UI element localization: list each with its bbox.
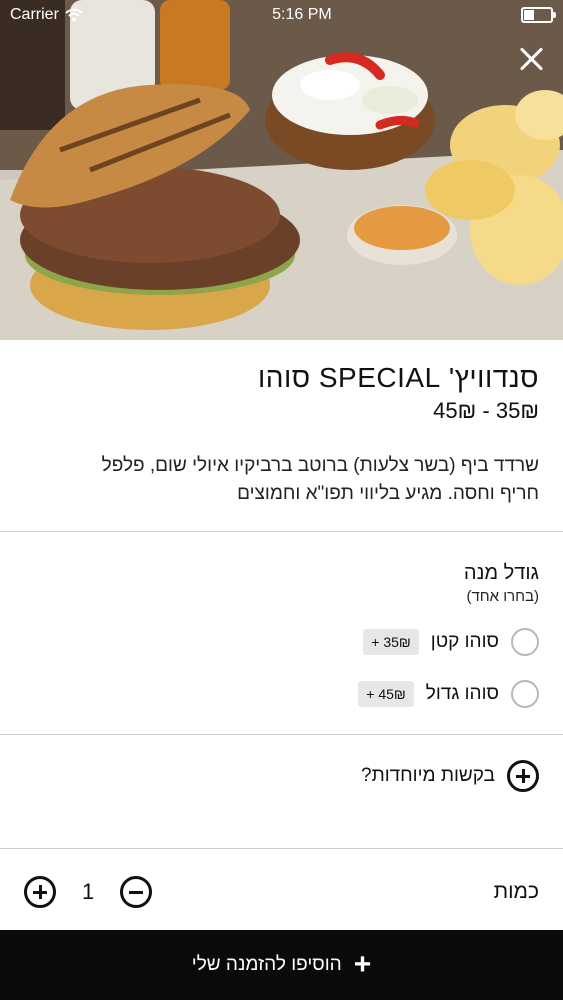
- radio-button[interactable]: [511, 680, 539, 708]
- option-label: סוהו קטן: [430, 631, 499, 652]
- add-circle-icon[interactable]: [507, 760, 539, 792]
- radio-button[interactable]: [511, 628, 539, 656]
- option-price-badge: + 45₪: [358, 681, 414, 707]
- close-button[interactable]: [515, 44, 547, 76]
- item-title: סנדוויץ' SPECIAL סוהו: [257, 362, 539, 393]
- item-header: סנדוויץ' SPECIAL סוהו 35₪ - 45₪: [20, 362, 539, 424]
- status-time: 5:16 PM: [272, 6, 332, 23]
- carrier-label: Carrier: [10, 6, 59, 23]
- add-to-order-button[interactable]: + הוסיפו להזמנה שלי: [0, 930, 563, 1000]
- decrease-quantity-button[interactable]: [120, 876, 153, 908]
- item-price: 35₪ - 45₪: [433, 398, 539, 423]
- increase-quantity-button[interactable]: [24, 876, 56, 908]
- dish-photo: Carrier 5:16 PM: [0, 0, 563, 340]
- status-bar: Carrier 5:16 PM: [0, 0, 563, 30]
- sandwich-photo-illustration: [0, 0, 563, 340]
- quantity-value: 1: [82, 879, 95, 904]
- special-requests-row[interactable]: בקשות מיוחדות?: [361, 760, 539, 792]
- option-label: סוהו גדול: [425, 683, 499, 704]
- add-to-order-label: הוסיפו להזמנה שלי: [191, 954, 342, 975]
- divider: [0, 848, 563, 849]
- item-description: שרדד ביף (בשר צלעות) ברוטב ברביקיו איולי…: [101, 455, 539, 504]
- portion-size-title: גודל מנה: [463, 562, 539, 584]
- quantity-row: 1 כמות: [24, 872, 539, 912]
- option-price-badge: + 35₪: [363, 629, 419, 655]
- special-requests-label: בקשות מיוחדות?: [361, 765, 495, 786]
- divider: [0, 531, 563, 532]
- battery-icon: [520, 7, 556, 23]
- portion-option-large[interactable]: סוהו גדול + 45₪: [358, 676, 539, 712]
- quantity-stepper: 1: [24, 876, 153, 908]
- quantity-label: כמות: [493, 880, 539, 903]
- plus-icon: +: [353, 948, 372, 981]
- wifi-icon: [65, 8, 83, 22]
- status-left: Carrier: [10, 6, 83, 24]
- portion-size-subtitle: (בחרו אחד): [466, 588, 539, 605]
- divider: [0, 734, 563, 735]
- portion-option-small[interactable]: סוהו קטן + 35₪: [363, 624, 539, 660]
